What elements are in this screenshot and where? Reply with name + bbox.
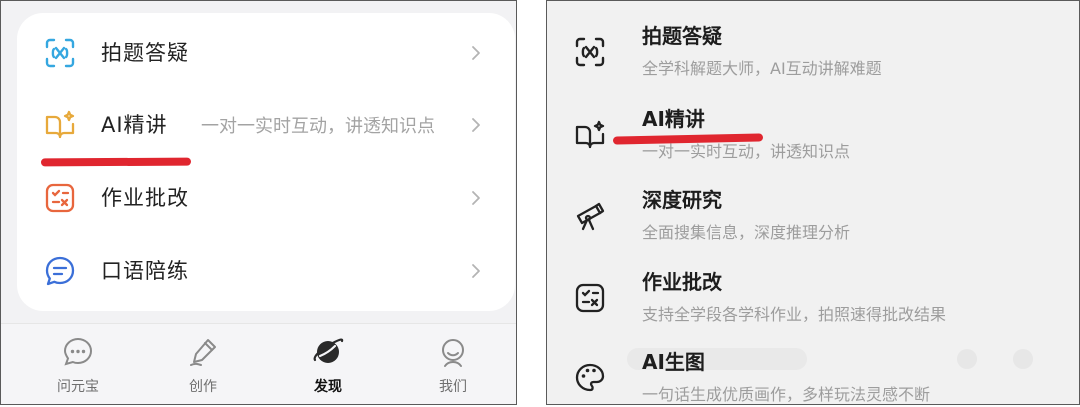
tab-label: 我们 bbox=[439, 379, 467, 395]
menu-subtitle: 全学科解题大师，AI互动讲解难题 bbox=[642, 59, 882, 78]
tab-label: 创作 bbox=[189, 379, 217, 395]
tab-us[interactable]: 我们 bbox=[408, 334, 498, 404]
menu-title: 作业批改 bbox=[642, 270, 722, 294]
menu-label: 作业批改 bbox=[101, 186, 189, 210]
tab-label: 问元宝 bbox=[57, 379, 99, 395]
menu-subtitle: 全面搜集信息，深度推理分析 bbox=[642, 223, 851, 242]
menu-item-deep-research[interactable]: 深度研究 全面搜集信息，深度推理分析 bbox=[547, 177, 1079, 255]
menu-label: 拍题答疑 bbox=[101, 41, 189, 65]
menu-title: 深度研究 bbox=[642, 188, 722, 212]
menu-item-ai-image[interactable]: AI生图 一句话生成优质画作，多样玩法灵感不断 bbox=[547, 339, 1079, 404]
scan-x-icon bbox=[575, 37, 605, 67]
ai-book-icon bbox=[575, 120, 605, 149]
chevron-right-icon bbox=[472, 46, 480, 60]
menu-item-homework-check[interactable]: 作业批改 bbox=[17, 168, 515, 228]
menu-description: 一对一实时互动，讲透知识点 bbox=[201, 116, 435, 137]
chevron-right-icon bbox=[472, 191, 480, 205]
scan-x-icon bbox=[45, 38, 75, 68]
homework-check-icon bbox=[45, 183, 75, 213]
red-annotation-underline bbox=[40, 157, 192, 167]
menu-item-ai-lecture[interactable]: AI精讲 一对一实时互动，讲透知识点 bbox=[17, 95, 515, 155]
menu-title: 拍题答疑 bbox=[642, 24, 722, 48]
palette-icon bbox=[575, 363, 605, 392]
ai-book-icon bbox=[45, 110, 75, 139]
pen-icon bbox=[190, 339, 216, 366]
chevron-right-icon bbox=[472, 118, 480, 132]
menu-item-photo-qa[interactable]: 拍题答疑 bbox=[17, 23, 515, 83]
menu-title: AI精讲 bbox=[642, 107, 705, 131]
menu-label: 口语陪练 bbox=[101, 259, 189, 283]
menu-subtitle: 支持全学段各学科作业，拍照速得批改结果 bbox=[642, 305, 947, 324]
bottom-tab-bar: 问元宝 创作 发现 我们 bbox=[1, 323, 516, 404]
tab-discover[interactable]: 发现 bbox=[283, 334, 373, 404]
tab-create[interactable]: 创作 bbox=[158, 334, 248, 404]
menu-label: AI精讲 bbox=[101, 113, 168, 137]
chat-bubble-icon bbox=[45, 256, 75, 286]
telescope-icon bbox=[576, 202, 605, 231]
menu-item-homework-check[interactable]: 作业批改 支持全学段各学科作业，拍照速得批改结果 bbox=[547, 259, 1079, 337]
chevron-right-icon bbox=[472, 264, 480, 278]
menu-item-photo-qa[interactable]: 拍题答疑 全学科解题大师，AI互动讲解难题 bbox=[547, 13, 1079, 91]
chat-dots-icon bbox=[63, 337, 93, 366]
homework-check-icon bbox=[575, 283, 605, 313]
menu-item-ai-lecture[interactable]: AI精讲 一对一实时互动，讲透知识点 bbox=[547, 96, 1079, 174]
tab-ask-yuanbao[interactable]: 问元宝 bbox=[33, 334, 123, 404]
menu-item-oral-practice[interactable]: 口语陪练 bbox=[17, 241, 515, 301]
planet-icon bbox=[313, 338, 344, 363]
right-screenshot-panel: 拍题答疑 全学科解题大师，AI互动讲解难题 AI精讲 一对一实时互动，讲透知识点… bbox=[546, 0, 1080, 405]
tab-label: 发现 bbox=[314, 379, 342, 395]
menu-subtitle: 一句话生成优质画作，多样玩法灵感不断 bbox=[642, 385, 931, 404]
left-screenshot-panel: 拍题答疑 AI精讲 一对一实时互动，讲透知识点 作业批改 口语陪练 问元宝 创作… bbox=[0, 0, 517, 405]
menu-title: AI生图 bbox=[642, 350, 705, 374]
smile-face-icon bbox=[442, 339, 464, 367]
